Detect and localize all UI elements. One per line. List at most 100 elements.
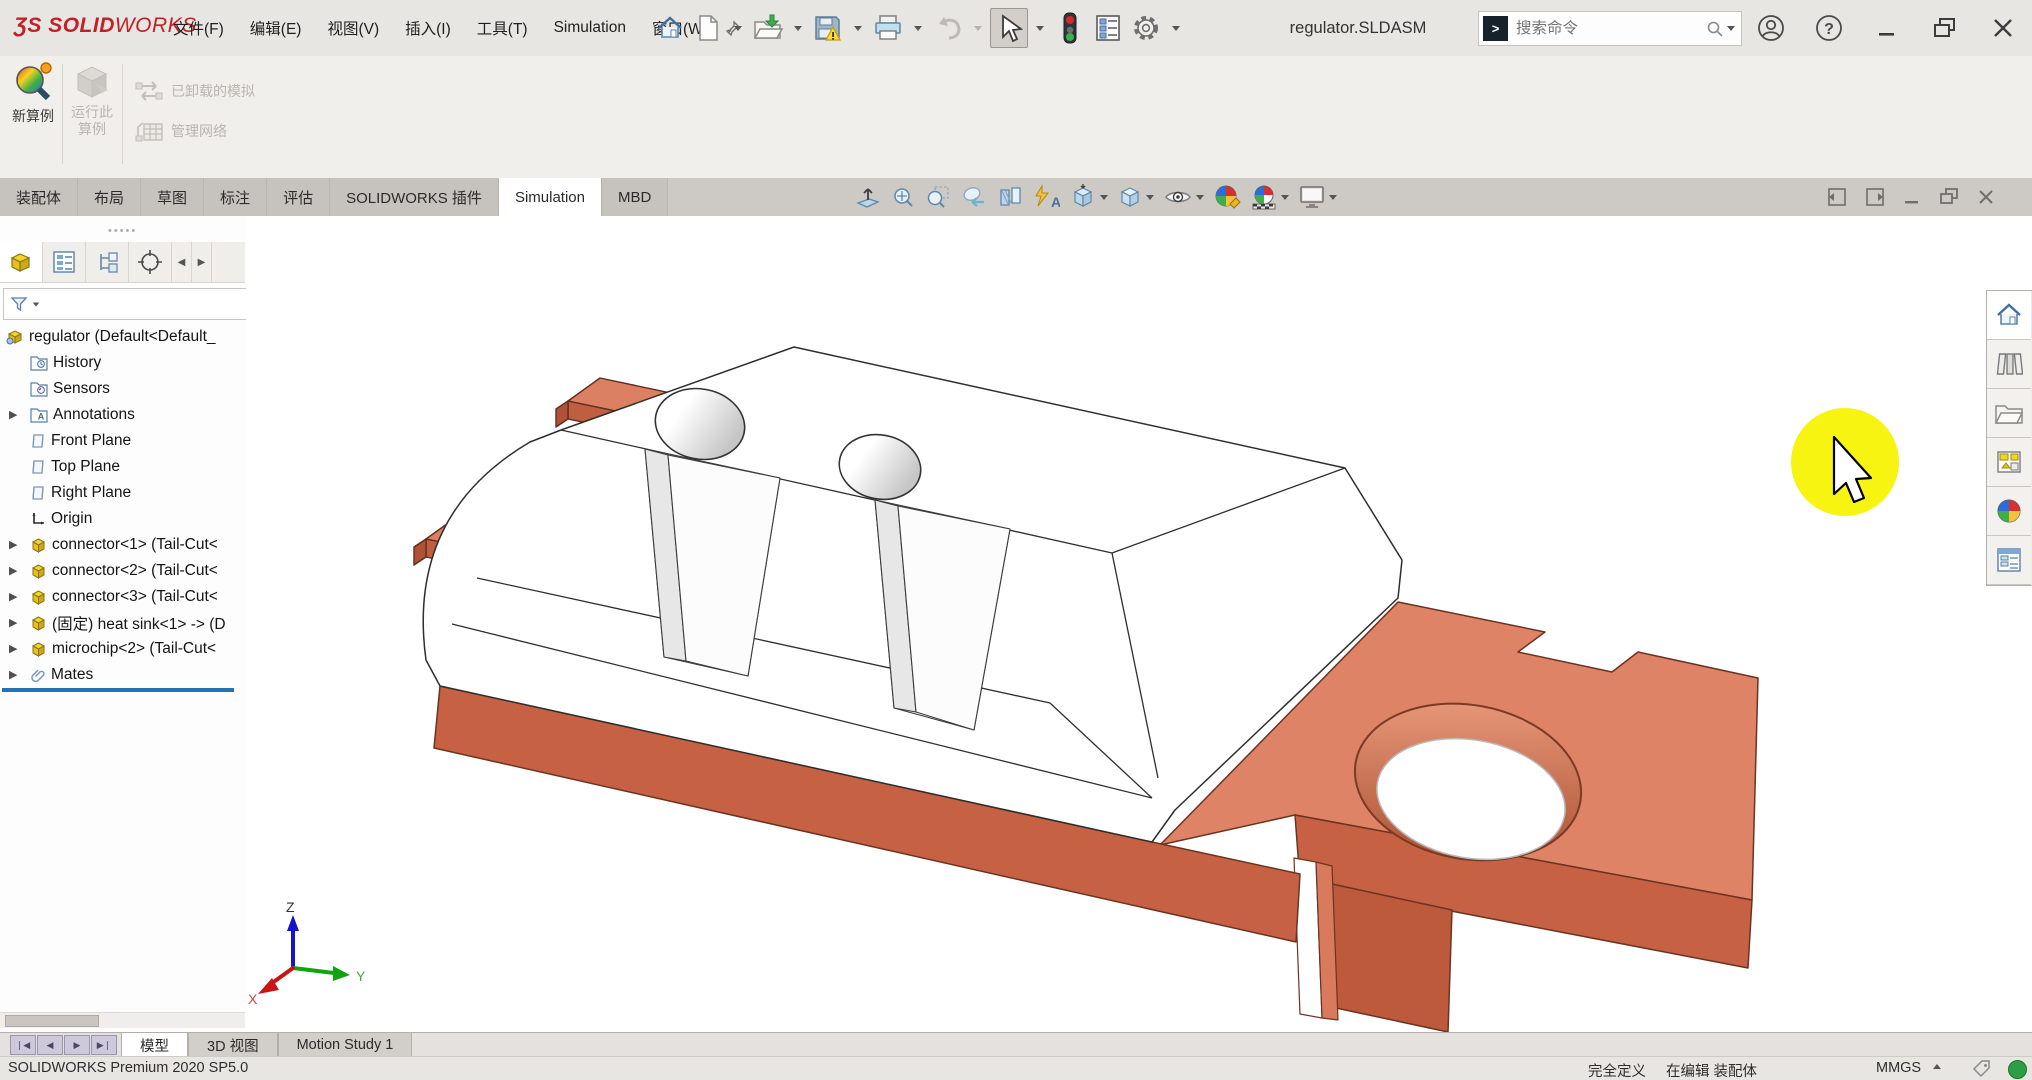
- section-view-icon[interactable]: [997, 184, 1023, 210]
- tree-item-connector3[interactable]: ▶ connector<3> (Tail-Cut<: [0, 584, 245, 610]
- options-gear-button[interactable]: [1128, 9, 1164, 47]
- tab-motion-study-1[interactable]: Motion Study 1: [278, 1033, 413, 1057]
- menu-insert[interactable]: 插入(I): [392, 11, 464, 45]
- nav-next-button[interactable]: ▶: [64, 1035, 90, 1055]
- expand-arrow-icon[interactable]: ▶: [9, 668, 17, 681]
- new-document-button[interactable]: [690, 9, 726, 47]
- edit-appearance-button[interactable]: [1213, 183, 1241, 211]
- tree-item-front-plane[interactable]: Front Plane: [0, 428, 245, 454]
- tab-assembly[interactable]: 装配体: [0, 178, 78, 216]
- taskpane-home-button[interactable]: [1987, 291, 2031, 340]
- options-dropdown[interactable]: [1166, 9, 1186, 47]
- tree-item-history[interactable]: History: [0, 350, 245, 376]
- print-dropdown[interactable]: [908, 9, 928, 47]
- expand-arrow-icon[interactable]: ▶: [9, 538, 17, 551]
- tree-item-connector1[interactable]: ▶ connector<1> (Tail-Cut<: [0, 532, 245, 558]
- tab-mbd[interactable]: MBD: [602, 178, 668, 216]
- zoom-area-icon[interactable]: [925, 184, 951, 210]
- nav-prev-button[interactable]: ◀: [37, 1035, 63, 1055]
- save-button[interactable]: [810, 9, 846, 47]
- account-button[interactable]: [1752, 9, 1790, 47]
- new-document-dropdown[interactable]: [728, 9, 748, 47]
- panel-grip[interactable]: •••••: [0, 216, 245, 243]
- collapse-pane-right-icon[interactable]: [1864, 186, 1886, 208]
- collapse-pane-left-icon[interactable]: [1826, 186, 1848, 208]
- tab-dimxpert-manager[interactable]: [129, 242, 172, 282]
- units-dropdown-icon[interactable]: [1933, 1064, 1941, 1069]
- view-settings-dropdown[interactable]: [1329, 195, 1337, 200]
- new-study-button[interactable]: 新算例: [6, 60, 60, 160]
- 3d-drawing-view-icon[interactable]: [855, 184, 881, 210]
- tree-filter[interactable]: [3, 288, 249, 320]
- taskpane-design-library-button[interactable]: [1987, 340, 2031, 389]
- doc-minimize-icon[interactable]: [1902, 187, 1922, 207]
- nav-first-button[interactable]: ❘◀: [10, 1035, 36, 1055]
- expand-arrow-icon[interactable]: ▶: [9, 564, 17, 577]
- menu-file[interactable]: 文件(F): [160, 11, 237, 45]
- panel-tab-scroll-right[interactable]: ▶: [192, 242, 212, 282]
- save-dropdown[interactable]: [848, 9, 868, 47]
- panel-tab-scroll-left[interactable]: ◀: [172, 242, 192, 282]
- tree-item-mates[interactable]: ▶ Mates: [0, 662, 245, 688]
- expand-arrow-icon[interactable]: ▶: [9, 616, 17, 629]
- view-orientation-dropdown[interactable]: [1100, 195, 1108, 200]
- rollback-bar[interactable]: [2, 688, 234, 692]
- status-indicator-icon[interactable]: [2008, 1060, 2027, 1079]
- search-scope-dropdown[interactable]: [1727, 26, 1735, 31]
- minimize-button[interactable]: [1868, 9, 1906, 47]
- apply-scene-button[interactable]: [1250, 183, 1289, 211]
- display-style-dropdown[interactable]: [1146, 195, 1154, 200]
- taskpane-view-palette-button[interactable]: [1987, 438, 2031, 487]
- undo-dropdown[interactable]: [968, 9, 988, 47]
- doc-close-icon[interactable]: [1976, 187, 1996, 207]
- panel-horizontal-scrollbar[interactable]: [0, 1012, 245, 1028]
- undo-button[interactable]: [930, 9, 966, 47]
- tab-layout[interactable]: 布局: [78, 178, 141, 216]
- tree-item-heat-sink[interactable]: ▶ (固定) heat sink<1> -> (D: [0, 610, 245, 636]
- tree-item-right-plane[interactable]: Right Plane: [0, 480, 245, 506]
- menu-view[interactable]: 视图(V): [314, 11, 392, 45]
- apply-scene-dropdown[interactable]: [1281, 195, 1289, 200]
- interference-check-icon[interactable]: [1052, 9, 1088, 47]
- tab-configuration-manager[interactable]: [86, 242, 129, 282]
- annotation-views-icon[interactable]: A: [1032, 184, 1060, 210]
- tab-property-manager[interactable]: [43, 242, 86, 282]
- hide-show-dropdown[interactable]: [1196, 195, 1204, 200]
- taskpane-custom-properties-button[interactable]: [1987, 536, 2031, 585]
- expand-arrow-icon[interactable]: ▶: [9, 590, 17, 603]
- tree-item-connector2[interactable]: ▶ connector<2> (Tail-Cut<: [0, 558, 245, 584]
- view-settings-button[interactable]: [1298, 184, 1337, 210]
- tab-simulation[interactable]: Simulation: [499, 178, 602, 216]
- doc-restore-icon[interactable]: [1938, 186, 1960, 208]
- tab-feature-manager[interactable]: [0, 242, 43, 282]
- filter-dropdown[interactable]: [33, 302, 39, 306]
- units-selector[interactable]: MMGS: [1876, 1060, 1921, 1076]
- tab-addins[interactable]: SOLIDWORKS 插件: [330, 178, 499, 216]
- close-button[interactable]: [1984, 9, 2022, 47]
- zoom-fit-icon[interactable]: [890, 184, 916, 210]
- tab-evaluate[interactable]: 评估: [267, 178, 330, 216]
- hide-show-items-button[interactable]: [1163, 184, 1204, 210]
- nav-last-button[interactable]: ▶❘: [91, 1035, 117, 1055]
- expand-arrow-icon[interactable]: ▶: [9, 408, 17, 421]
- view-orientation-button[interactable]: [1069, 184, 1108, 210]
- tree-item-sensors[interactable]: Sensors: [0, 376, 245, 402]
- menu-simulation[interactable]: Simulation: [541, 13, 639, 43]
- search-magnifier-icon[interactable]: [1705, 19, 1725, 39]
- select-tool-dropdown[interactable]: [1030, 9, 1050, 47]
- menu-tools[interactable]: 工具(T): [464, 11, 541, 45]
- taskpane-file-explorer-button[interactable]: [1987, 389, 2031, 438]
- tab-model[interactable]: 模型: [121, 1033, 188, 1057]
- tree-item-annotations[interactable]: ▶ A Annotations: [0, 402, 245, 428]
- scrollbar-thumb[interactable]: [5, 1015, 99, 1027]
- open-dropdown[interactable]: [788, 9, 808, 47]
- tag-icon[interactable]: [1972, 1059, 1992, 1079]
- rebuild-options-icon[interactable]: [1090, 9, 1126, 47]
- help-button[interactable]: ?: [1810, 9, 1848, 47]
- tab-3d-views[interactable]: 3D 视图: [188, 1033, 278, 1057]
- print-button[interactable]: [870, 9, 906, 47]
- tree-item-origin[interactable]: Origin: [0, 506, 245, 532]
- tree-item-root[interactable]: regulator (Default<Default_: [0, 324, 245, 350]
- tree-item-top-plane[interactable]: Top Plane: [0, 454, 245, 480]
- expand-arrow-icon[interactable]: ▶: [9, 642, 17, 655]
